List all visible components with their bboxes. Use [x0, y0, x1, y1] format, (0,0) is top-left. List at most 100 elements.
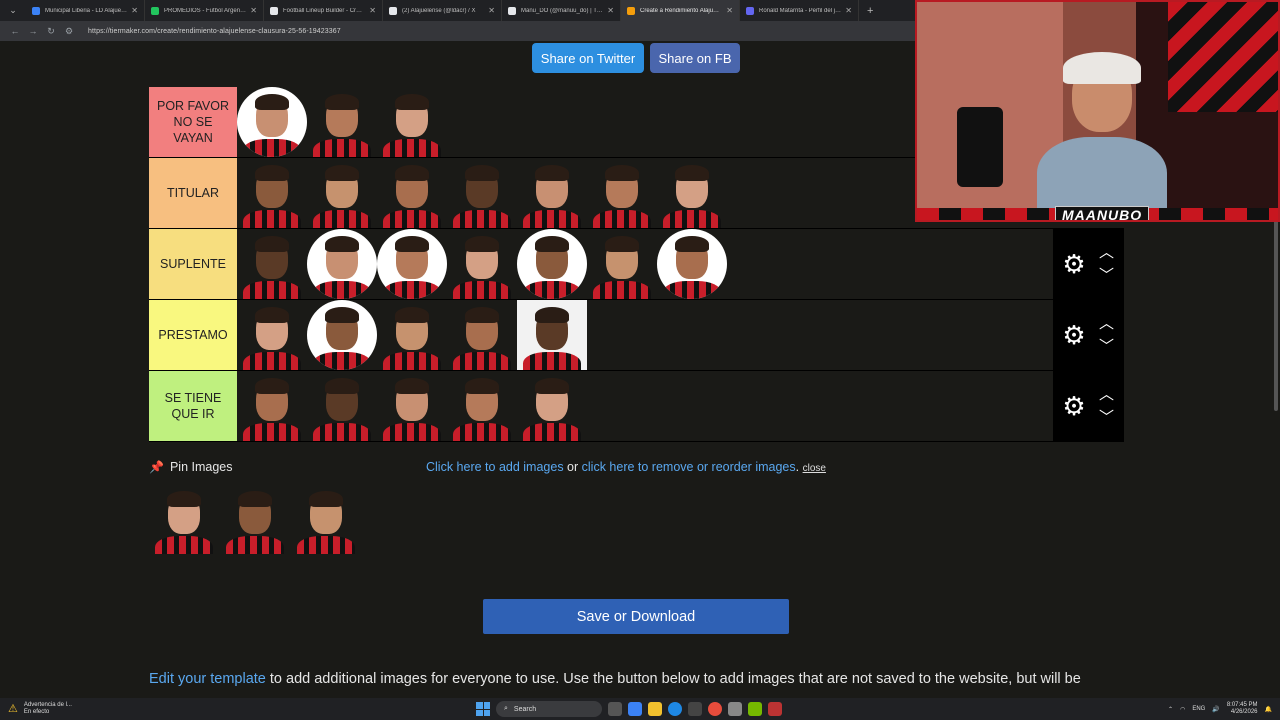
- tier-label[interactable]: SE TIENE QUE IR: [149, 371, 237, 441]
- player-image[interactable]: [220, 484, 290, 554]
- player-image[interactable]: [237, 371, 307, 441]
- player-image[interactable]: [377, 229, 447, 299]
- player-image[interactable]: [237, 300, 307, 370]
- close-tab-icon[interactable]: ✕: [250, 6, 257, 15]
- browser-tab[interactable]: Create a Rendimiento Alajuelen ✕: [621, 0, 740, 21]
- windows-start-icon[interactable]: [476, 702, 490, 716]
- tab-title: PROMEDIOS - Futbol Argentino: [164, 7, 247, 14]
- add-images-line: Click here to add images or click here t…: [426, 460, 826, 474]
- tier-label[interactable]: POR FAVOR NO SE VAYAN: [149, 87, 237, 157]
- player-image[interactable]: [237, 87, 307, 157]
- player-image[interactable]: [149, 484, 219, 554]
- chevron-up-icon[interactable]: ⌃: [1168, 706, 1173, 713]
- player-image[interactable]: [307, 87, 377, 157]
- system-tray: ⌃ ◠ ENG 🔊 8:07:45 PM 4/26/2026 🔔: [1168, 698, 1272, 720]
- browser-tab[interactable]: Ronald Matarrita - Perfil del jug ✕: [740, 0, 859, 21]
- browser-tab[interactable]: (2) Alajuelense (@ldacr) / X ✕: [383, 0, 502, 21]
- player-image[interactable]: [291, 484, 361, 554]
- notification-icon[interactable]: 🔔: [1265, 706, 1272, 713]
- close-tab-icon[interactable]: ✕: [607, 6, 614, 15]
- player-image[interactable]: [447, 229, 517, 299]
- new-tab-button[interactable]: +: [867, 5, 873, 17]
- share-facebook-button[interactable]: Share on FB: [650, 43, 740, 73]
- player-image[interactable]: [377, 371, 447, 441]
- player-image[interactable]: [587, 158, 657, 228]
- footer-text: Edit your template to add additional ima…: [149, 671, 1081, 687]
- gear-icon[interactable]: ⚙: [1059, 391, 1089, 422]
- player-image[interactable]: [517, 158, 587, 228]
- player-image[interactable]: [517, 371, 587, 441]
- player-image[interactable]: [237, 229, 307, 299]
- player-image[interactable]: [447, 300, 517, 370]
- chevron-up-icon[interactable]: ︿: [1099, 241, 1114, 264]
- chevron-up-icon[interactable]: ︿: [1099, 312, 1114, 335]
- add-images-link[interactable]: Click here to add images: [426, 460, 564, 474]
- back-icon[interactable]: ←: [6, 26, 24, 36]
- close-tab-icon[interactable]: ✕: [131, 6, 138, 15]
- player-image[interactable]: [447, 158, 517, 228]
- player-image[interactable]: [377, 300, 447, 370]
- url-field[interactable]: https://tiermaker.com/create/rendimiento…: [88, 28, 341, 35]
- player-image[interactable]: [307, 158, 377, 228]
- footer-description: to add additional images for everyone to…: [265, 671, 1081, 687]
- chrome-icon[interactable]: [708, 702, 722, 716]
- app-icon[interactable]: [768, 702, 782, 716]
- chevron-down-icon[interactable]: ﹀: [1099, 264, 1114, 287]
- browser-tab[interactable]: Municipal Liberia - LD Alajuelen ✕: [26, 0, 145, 21]
- player-image[interactable]: [447, 371, 517, 441]
- pushpin-icon[interactable]: 📌: [149, 460, 164, 474]
- player-image[interactable]: [657, 229, 727, 299]
- taskbar-search[interactable]: ⌕ Search: [496, 701, 602, 717]
- save-download-button[interactable]: Save or Download: [483, 599, 789, 634]
- player-image[interactable]: [307, 229, 377, 299]
- wifi-icon[interactable]: ◠: [1180, 706, 1185, 713]
- copilot-icon[interactable]: [628, 702, 642, 716]
- reload-icon[interactable]: ↻: [42, 26, 60, 37]
- gear-icon[interactable]: ⚙: [1059, 249, 1089, 280]
- player-image[interactable]: [517, 229, 587, 299]
- player-image[interactable]: [307, 300, 377, 370]
- close-tab-icon[interactable]: ✕: [369, 6, 376, 15]
- browser-tab[interactable]: PROMEDIOS - Futbol Argentino ✕: [145, 0, 264, 21]
- site-info-icon[interactable]: ⚙: [60, 26, 78, 37]
- settings-icon[interactable]: [728, 702, 742, 716]
- edge-icon[interactable]: [668, 702, 682, 716]
- chevron-down-icon[interactable]: ﹀: [1099, 406, 1114, 429]
- player-image[interactable]: [377, 158, 447, 228]
- edit-template-link[interactable]: Edit your template: [149, 671, 266, 687]
- close-link[interactable]: close: [803, 463, 826, 474]
- nvidia-icon[interactable]: [748, 702, 762, 716]
- chevron-up-icon[interactable]: ︿: [1099, 383, 1114, 406]
- clock[interactable]: 8:07:45 PM 4/26/2026: [1227, 702, 1258, 716]
- tab-search-icon[interactable]: ⌄: [6, 4, 20, 18]
- player-image[interactable]: [307, 371, 377, 441]
- taskbar: ⚠ Advertencia de l... En efecto ⌕ Search…: [0, 698, 1280, 720]
- close-tab-icon[interactable]: ✕: [726, 6, 733, 15]
- volume-icon[interactable]: 🔊: [1212, 706, 1219, 713]
- share-twitter-button[interactable]: Share on Twitter: [532, 43, 644, 73]
- tier-label[interactable]: SUPLENTE: [149, 229, 237, 299]
- player-image[interactable]: [587, 229, 657, 299]
- player-image[interactable]: [377, 87, 447, 157]
- gear-icon[interactable]: ⚙: [1059, 320, 1089, 351]
- close-tab-icon[interactable]: ✕: [845, 6, 852, 15]
- browser-tab[interactable]: Football Lineup Builder - Create ✕: [264, 0, 383, 21]
- close-tab-icon[interactable]: ✕: [488, 6, 495, 15]
- forward-icon[interactable]: →: [24, 26, 42, 36]
- browser-tab[interactable]: Manu_DO (@manuu_do) | TikTo ✕: [502, 0, 621, 21]
- tier-label[interactable]: TITULAR: [149, 158, 237, 228]
- pin-images-section: 📌 Pin Images: [149, 460, 449, 554]
- player-image[interactable]: [657, 158, 727, 228]
- store-icon[interactable]: [688, 702, 702, 716]
- tab-favicon-icon: [746, 6, 754, 15]
- file-explorer-icon[interactable]: [648, 702, 662, 716]
- player-image[interactable]: [517, 300, 587, 370]
- remove-reorder-link[interactable]: click here to remove or reorder images: [582, 460, 796, 474]
- weather-widget[interactable]: ⚠ Advertencia de l... En efecto: [8, 702, 72, 716]
- player-image[interactable]: [237, 158, 307, 228]
- chevron-down-icon[interactable]: ﹀: [1099, 335, 1114, 358]
- lang-label[interactable]: ENG: [1192, 706, 1205, 712]
- tab-favicon-icon: [627, 6, 635, 15]
- tier-label[interactable]: PRESTAMO: [149, 300, 237, 370]
- task-view-icon[interactable]: [608, 702, 622, 716]
